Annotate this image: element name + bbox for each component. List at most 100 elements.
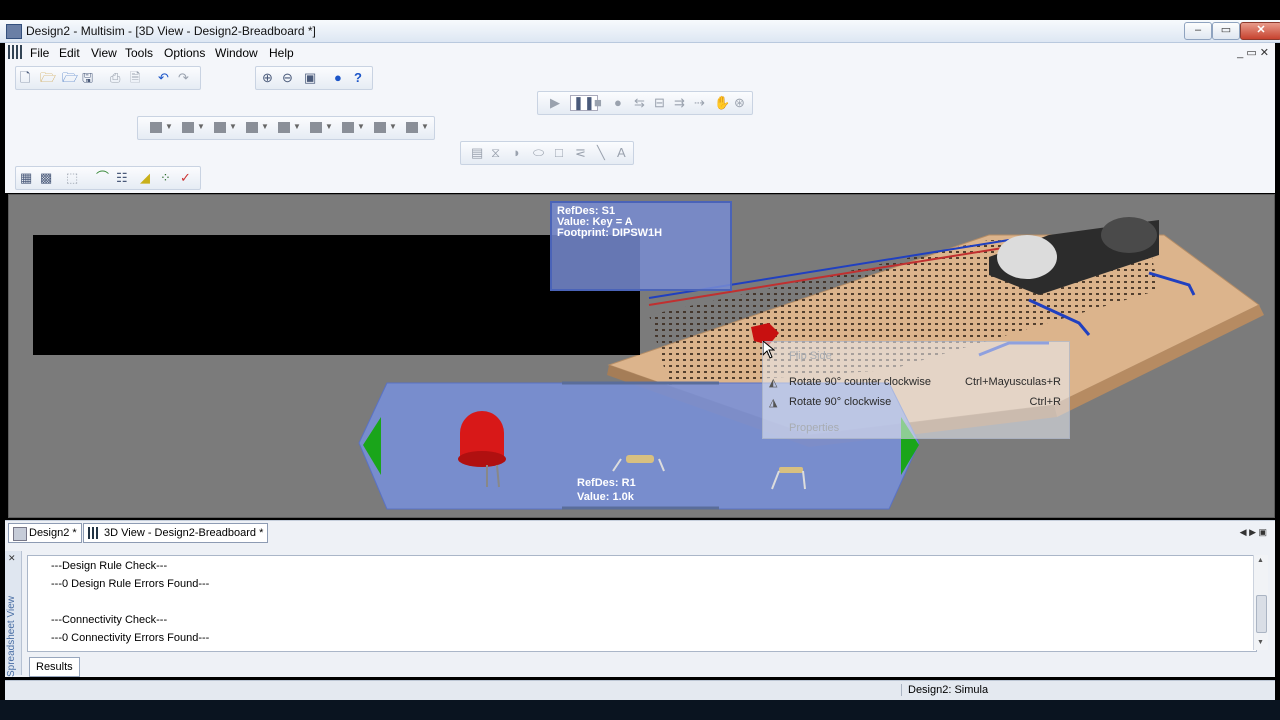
undo-icon[interactable]: ↶ [158, 71, 169, 85]
app-icon[interactable] [6, 24, 22, 39]
dropdown-arrow-icon[interactable]: ▼ [293, 122, 301, 131]
save-icon[interactable]: 🖫 [82, 71, 93, 85]
wire-icon[interactable]: ⌒ [96, 171, 109, 185]
step-over-icon[interactable]: ⊟ [654, 96, 665, 110]
zoom-out-icon[interactable]: ⊖ [282, 71, 293, 85]
menu-edit[interactable]: Edit [59, 46, 80, 60]
zoom-toolbar: ⊕ ⊖ ▣ ● ? [255, 66, 373, 90]
3d-viewport[interactable]: RefDes: S1 Value: Key = A Footprint: DIP… [8, 194, 1275, 518]
window-title: Design2 - Multisim - [3D View - Design2-… [26, 24, 316, 38]
menu-file[interactable]: File [30, 46, 49, 60]
dropdown-arrow-icon[interactable]: ▼ [357, 122, 365, 131]
graphic-toolbar: ▤ ⧖ ◗ ⬭ □ ⋜ ╲ A [460, 141, 634, 165]
status-bar: Design2: Simula [5, 680, 1275, 701]
arc-icon[interactable]: ◗ [513, 146, 521, 160]
dropdown-arrow-icon[interactable]: ▼ [421, 122, 429, 131]
open-folder-icon[interactable]: 🗁 [40, 71, 56, 85]
place-ttl-icon[interactable] [310, 122, 322, 133]
run-icon[interactable]: ▶ [550, 96, 560, 110]
zoom-fit-icon[interactable]: ▣ [304, 71, 316, 85]
minimize-button[interactable]: – [1184, 22, 1212, 40]
tab-label: 3D View - Design2-Breadboard * [104, 527, 264, 539]
grid-menu-icon[interactable] [8, 45, 22, 59]
step-into-icon[interactable]: ⇆ [634, 96, 645, 110]
redo-icon[interactable]: ↷ [178, 71, 189, 85]
scroll-up-icon[interactable]: ▲ [1257, 557, 1264, 564]
design-toolbox-icon[interactable]: ▦ [20, 171, 32, 185]
polygon-icon[interactable]: ⧖ [491, 146, 500, 160]
menu-view[interactable]: View [91, 46, 117, 60]
highlight-icon[interactable]: ◢ [140, 171, 150, 185]
spreadsheet-view-icon[interactable]: ▩ [40, 171, 52, 185]
print-icon[interactable]: ⎙ [110, 71, 120, 85]
dropdown-arrow-icon[interactable]: ▼ [325, 122, 333, 131]
menu-window[interactable]: Window [215, 46, 258, 60]
results-text-area[interactable]: ---Design Rule Check--- ---0 Design Rule… [27, 555, 1257, 652]
place-cmos-icon[interactable] [342, 122, 354, 133]
place-misc-icon[interactable] [374, 122, 386, 133]
new-file-icon[interactable]: 🗋 [20, 71, 30, 85]
place-indicator-icon[interactable] [406, 122, 418, 133]
print-preview-icon[interactable]: 🗎 [130, 71, 140, 85]
menu-help[interactable]: Help [269, 46, 294, 60]
menu-options[interactable]: Options [164, 46, 205, 60]
mdi-window-controls[interactable]: _ ▭ ✕ [1237, 46, 1269, 59]
ratsnest-icon[interactable]: ⁘ [160, 171, 171, 185]
title-bar: Design2 - Multisim - [3D View - Design2-… [0, 20, 1280, 43]
place-diode-icon[interactable] [214, 122, 226, 133]
tab-navigation[interactable]: ◀ ▶ ▣ [1240, 527, 1267, 538]
component-icon[interactable]: ● [334, 71, 342, 85]
text-icon[interactable]: A [617, 146, 626, 160]
dropdown-arrow-icon[interactable]: ▼ [261, 122, 269, 131]
switch-cap [997, 235, 1057, 279]
toggle-breakpoints-icon[interactable]: ⊛ [734, 96, 745, 110]
status-text: Design2: Simula [901, 684, 988, 696]
ruler-icon[interactable]: ☷ [116, 171, 128, 185]
hand-icon[interactable]: ✋ [714, 96, 730, 110]
scrollbar-thumb[interactable] [1256, 595, 1267, 633]
restore-button[interactable]: ▭ [1212, 22, 1240, 40]
run-to-cursor-icon[interactable]: ⇢ [694, 96, 705, 110]
context-menu-item-flip-side[interactable]: Flip Side [789, 350, 832, 362]
place-image-icon[interactable]: ▤ [471, 146, 483, 160]
place-transistor-icon[interactable] [246, 122, 258, 133]
rectangle-icon[interactable]: □ [555, 146, 563, 160]
document-tab-bar: Design2 * 3D View - Design2-Breadboard *… [5, 520, 1275, 545]
help-icon[interactable]: ? [354, 71, 362, 85]
spreadsheet-view-strip[interactable]: ✕ Spreadsheet View [5, 551, 22, 677]
place-analog-icon[interactable] [278, 122, 290, 133]
tab-results[interactable]: Results [29, 657, 80, 677]
context-menu-item-rotate-ccw[interactable]: Rotate 90° counter clockwise [789, 376, 931, 388]
step-out-icon[interactable]: ⇉ [674, 96, 685, 110]
results-line: ---Design Rule Check--- [51, 560, 168, 572]
close-button[interactable]: ✕ [1240, 22, 1280, 40]
select-icon[interactable]: ⬚ [66, 171, 78, 185]
breakpoint-icon[interactable]: ● [614, 96, 622, 110]
ellipse-icon[interactable]: ⬭ [533, 146, 544, 160]
multiline-icon[interactable]: ⋜ [575, 146, 586, 160]
schematic-icon [13, 527, 27, 541]
place-source-icon[interactable] [150, 122, 162, 133]
dropdown-arrow-icon[interactable]: ▼ [165, 122, 173, 131]
zoom-in-icon[interactable]: ⊕ [262, 71, 273, 85]
stop-icon[interactable]: ■ [594, 96, 602, 110]
switch-end [1101, 217, 1157, 253]
context-menu-item-rotate-cw[interactable]: Rotate 90° clockwise [789, 396, 891, 408]
scroll-down-icon[interactable]: ▼ [1257, 639, 1264, 646]
place-basic-icon[interactable] [182, 122, 194, 133]
open-design-icon[interactable]: 🗁 [62, 71, 78, 85]
tab-3d-view[interactable]: 3D View - Design2-Breadboard * [83, 523, 269, 543]
tab-design2[interactable]: Design2 * [8, 523, 82, 543]
close-panel-icon[interactable]: ✕ [8, 553, 16, 564]
results-scrollbar[interactable]: ▲ ▼ [1253, 555, 1268, 650]
menu-tools[interactable]: Tools [125, 46, 153, 60]
dropdown-arrow-icon[interactable]: ▼ [197, 122, 205, 131]
dropdown-arrow-icon[interactable]: ▼ [389, 122, 397, 131]
black-overlay [33, 235, 640, 355]
dropdown-arrow-icon[interactable]: ▼ [229, 122, 237, 131]
line-icon[interactable]: ╲ [597, 146, 605, 160]
spreadsheet-view-label: Spreadsheet View [6, 596, 17, 677]
simulation-toolbar: ▶ ❚❚ ■ ● ⇆ ⊟ ⇉ ⇢ ✋ ⊛ [537, 91, 753, 115]
context-menu-item-properties[interactable]: Properties [789, 422, 839, 434]
drc-icon[interactable]: ✓ [180, 171, 191, 185]
